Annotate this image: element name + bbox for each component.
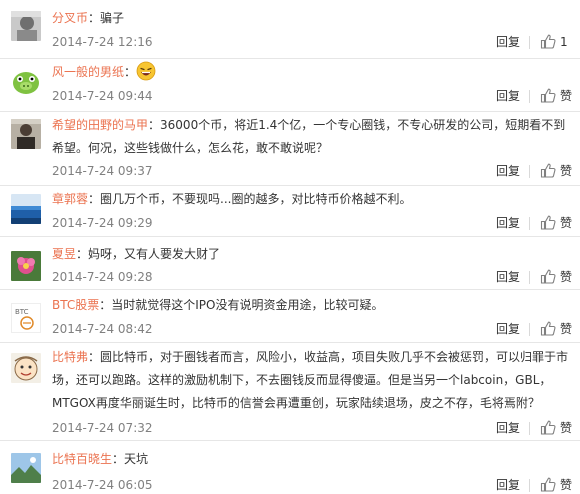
- comment-username[interactable]: 比特百晓生: [52, 452, 112, 466]
- comment-text: 比特百晓生：天坑: [52, 448, 574, 471]
- divider: [529, 422, 530, 435]
- reply-button[interactable]: 回复: [496, 419, 520, 437]
- divider: [529, 323, 530, 336]
- comment-time: 2014-7-24 07:32: [52, 421, 153, 435]
- comment-text: 章郭蓉：圈几万个币，不要现吗...圈的越多，对比特币价格越不利。: [52, 188, 574, 211]
- reply-button[interactable]: 回复: [496, 162, 520, 180]
- comment-time: 2014-7-24 09:44: [52, 89, 153, 103]
- reply-button[interactable]: 回复: [496, 87, 520, 105]
- colon: ：: [88, 192, 101, 206]
- colon: ：: [148, 118, 161, 132]
- like-label: 赞: [560, 270, 573, 284]
- like-label: 赞: [560, 421, 573, 435]
- avatar-landscape-icon: [11, 453, 41, 483]
- colon: ：: [88, 350, 101, 364]
- reply-button[interactable]: 回复: [496, 476, 520, 494]
- comment-username[interactable]: 希望的田野的马甲: [52, 118, 148, 132]
- avatar[interactable]: [11, 251, 41, 281]
- avatar-btc-logo-icon: BTC: [11, 303, 41, 333]
- like-label: 赞: [560, 216, 573, 230]
- comment-time: 2014-7-24 08:42: [52, 322, 153, 336]
- comment-username[interactable]: 夏昱: [52, 247, 76, 261]
- comment-content: 当时就觉得这个IPO没有说明资金用途，比较可疑。: [111, 298, 384, 312]
- comment-item: 比特弗：圆比特币，对于圈钱者而言，风险小，收益高，项目失败几乎不会被惩罚，可以归…: [0, 343, 580, 440]
- comment-time: 2014-7-24 06:05: [52, 478, 153, 492]
- comment-time: 2014-7-24 09:37: [52, 164, 153, 178]
- divider: [529, 90, 530, 103]
- reply-button[interactable]: 回复: [496, 33, 520, 51]
- divider: [529, 36, 530, 49]
- comment-item: 希望的田野的马甲：36000个币，将近1.4个亿，一个专心圈钱，不专心研发的公司…: [0, 112, 580, 185]
- thumbs-up-icon: [540, 215, 556, 230]
- avatar[interactable]: [11, 353, 41, 383]
- svg-text:BTC: BTC: [15, 308, 29, 316]
- comment-text: BTC股票：当时就觉得这个IPO没有说明资金用途，比较可疑。: [52, 294, 574, 317]
- comment-time: 2014-7-24 09:28: [52, 270, 153, 284]
- comment-item: 风一般的男纸： 2014-7-24 09:44 回复 赞: [0, 59, 580, 111]
- comment-item: 比特百晓生：天坑 2014-7-24 06:05 回复 赞: [0, 441, 580, 492]
- avatar[interactable]: [11, 66, 41, 96]
- comment-time: 2014-7-24 12:16: [52, 35, 153, 49]
- thumbs-up-icon: [540, 163, 556, 178]
- comment-content: 妈呀，又有人要发大财了: [88, 247, 221, 261]
- avatar-flower-pink-icon: [11, 251, 41, 281]
- comment-text: 希望的田野的马甲：36000个币，将近1.4个亿，一个专心圈钱，不专心研发的公司…: [52, 114, 574, 160]
- like-label: 赞: [560, 164, 573, 178]
- colon: ：: [112, 452, 125, 466]
- reply-button[interactable]: 回复: [496, 320, 520, 338]
- avatar[interactable]: BTC: [11, 303, 41, 333]
- laughing-emoji-icon: [136, 61, 156, 81]
- comment-item: BTC BTC股票：当时就觉得这个IPO没有说明资金用途，比较可疑。 2014-…: [0, 290, 580, 342]
- comment-content: 圈几万个币，不要现吗...圈的越多，对比特币价格越不利。: [100, 192, 412, 206]
- thumbs-up-icon: [540, 34, 556, 49]
- divider: [529, 479, 530, 492]
- comment-username[interactable]: 风一般的男纸: [52, 65, 124, 79]
- colon: ：: [76, 247, 89, 261]
- avatar[interactable]: [11, 453, 41, 483]
- comment-item: 章郭蓉：圈几万个币，不要现吗...圈的越多，对比特币价格越不利。 2014-7-…: [0, 186, 580, 236]
- divider: [529, 271, 530, 284]
- avatar[interactable]: [11, 119, 41, 149]
- thumbs-up-icon: [540, 88, 556, 103]
- comment-item: 夏昱：妈呀，又有人要发大财了 2014-7-24 09:28 回复 赞: [0, 237, 580, 289]
- comment-item: 分叉币：骗子 2014-7-24 12:16 回复 1: [0, 0, 580, 58]
- like-label: 赞: [560, 478, 573, 492]
- avatar-portrait-gray-icon: [11, 11, 41, 41]
- comment-text: 分叉币：骗子: [52, 7, 574, 30]
- comment-username[interactable]: 分叉币: [52, 11, 88, 25]
- avatar-cartoon-face-icon: [11, 353, 41, 383]
- divider: [529, 217, 530, 230]
- colon: ：: [88, 11, 101, 25]
- comment-username[interactable]: BTC股票: [52, 298, 99, 312]
- divider: [529, 165, 530, 178]
- colon: ：: [124, 65, 137, 79]
- comment-content: 骗子: [100, 11, 125, 25]
- thumbs-up-icon: [540, 269, 556, 284]
- like-label: 赞: [560, 322, 573, 336]
- avatar-green-pig-icon: [11, 66, 41, 96]
- avatar-person-dark-icon: [11, 119, 41, 149]
- like-label: 赞: [560, 89, 573, 103]
- comment-time: 2014-7-24 09:29: [52, 216, 153, 230]
- comment-content: 天坑: [124, 452, 149, 466]
- thumbs-up-icon: [540, 321, 556, 336]
- comment-text: 比特弗：圆比特币，对于圈钱者而言，风险小，收益高，项目失败几乎不会被惩罚，可以归…: [52, 346, 574, 415]
- colon: ：: [99, 298, 112, 312]
- comment-content: 圆比特币，对于圈钱者而言，风险小，收益高，项目失败几乎不会被惩罚，可以归罪于市场…: [52, 350, 569, 410]
- comment-text: 风一般的男纸：: [52, 61, 574, 84]
- comment-username[interactable]: 比特弗: [52, 350, 88, 364]
- comment-username[interactable]: 章郭蓉: [52, 192, 88, 206]
- like-count: 1: [560, 35, 568, 49]
- reply-button[interactable]: 回复: [496, 214, 520, 232]
- avatar-blue-sea-icon: [11, 194, 41, 224]
- avatar[interactable]: [11, 11, 41, 41]
- avatar[interactable]: [11, 194, 41, 224]
- comment-text: 夏昱：妈呀，又有人要发大财了: [52, 243, 574, 266]
- reply-button[interactable]: 回复: [496, 268, 520, 286]
- thumbs-up-icon: [540, 420, 556, 435]
